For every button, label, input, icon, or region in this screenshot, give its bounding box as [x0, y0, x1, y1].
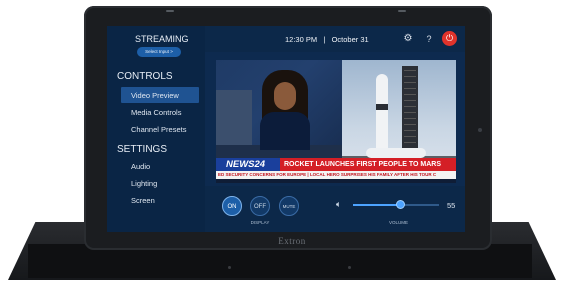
help-icon[interactable]: ?: [423, 33, 435, 45]
volume-value: 55: [447, 201, 456, 210]
news-anchor-body: [260, 112, 310, 150]
rocket-stripe: [376, 104, 388, 110]
brand-logo: Extron: [278, 236, 306, 246]
menu-item-label: Video Preview: [131, 91, 179, 100]
controls-heading: CONTROLS: [117, 71, 173, 82]
display-label: DISPLAY: [250, 220, 270, 225]
menu-item-video-preview[interactable]: Video Preview: [121, 87, 199, 103]
launch-smoke: [366, 148, 426, 158]
date-text: October 31: [331, 35, 369, 44]
video-bottom-strip: [216, 179, 456, 183]
base-screw: [348, 266, 351, 269]
power-icon[interactable]: ⏻: [442, 31, 457, 46]
camera-dot: [478, 128, 482, 132]
volume-slider-handle[interactable]: [396, 200, 405, 209]
video-preview[interactable]: NEWS24 ROCKET LAUNCHES FIRST PEOPLE TO M…: [216, 60, 456, 183]
clock: 12:30 PM | October 31: [285, 35, 369, 44]
sensor-slot: [166, 10, 174, 12]
display-on-button[interactable]: ON: [222, 196, 242, 216]
menu-item-media-controls[interactable]: Media Controls: [131, 108, 181, 117]
display-off-button[interactable]: OFF: [250, 196, 270, 216]
channel-logo: NEWS24: [216, 158, 280, 171]
mute-button[interactable]: MUTE: [279, 196, 299, 216]
menu-item-screen[interactable]: Screen: [131, 196, 155, 205]
time-text: 12:30 PM: [285, 35, 318, 44]
gear-icon[interactable]: ⚙: [402, 33, 414, 45]
menu-item-audio[interactable]: Audio: [131, 162, 150, 171]
menu-item-channel-presets[interactable]: Channel Presets: [131, 125, 186, 134]
menu-item-lighting[interactable]: Lighting: [131, 179, 157, 188]
bottom-control-bar: [205, 186, 465, 232]
news-ticker: ED SECURITY CONCERNS FOR EUROPE | LOCAL …: [216, 171, 456, 179]
touch-screen: STREAMING Select Input > CONTROLS Video …: [107, 26, 465, 232]
volume-label: VOLUME: [389, 220, 409, 225]
launch-tower-grid: [404, 70, 416, 152]
speaker-icon[interactable]: 🔈︎: [336, 199, 341, 210]
headline-banner: ROCKET LAUNCHES FIRST PEOPLE TO MARS: [280, 158, 456, 171]
base-screw: [228, 266, 231, 269]
streaming-heading: STREAMING: [135, 34, 189, 44]
rocket: [376, 74, 388, 156]
sensor-slot: [398, 10, 406, 12]
volume-slider-fill: [353, 204, 400, 206]
settings-heading: SETTINGS: [117, 144, 168, 155]
separator: |: [323, 35, 326, 44]
select-input-button[interactable]: Select Input >: [137, 47, 181, 57]
news-anchor-face: [274, 82, 296, 110]
studio-wall: [216, 90, 252, 150]
